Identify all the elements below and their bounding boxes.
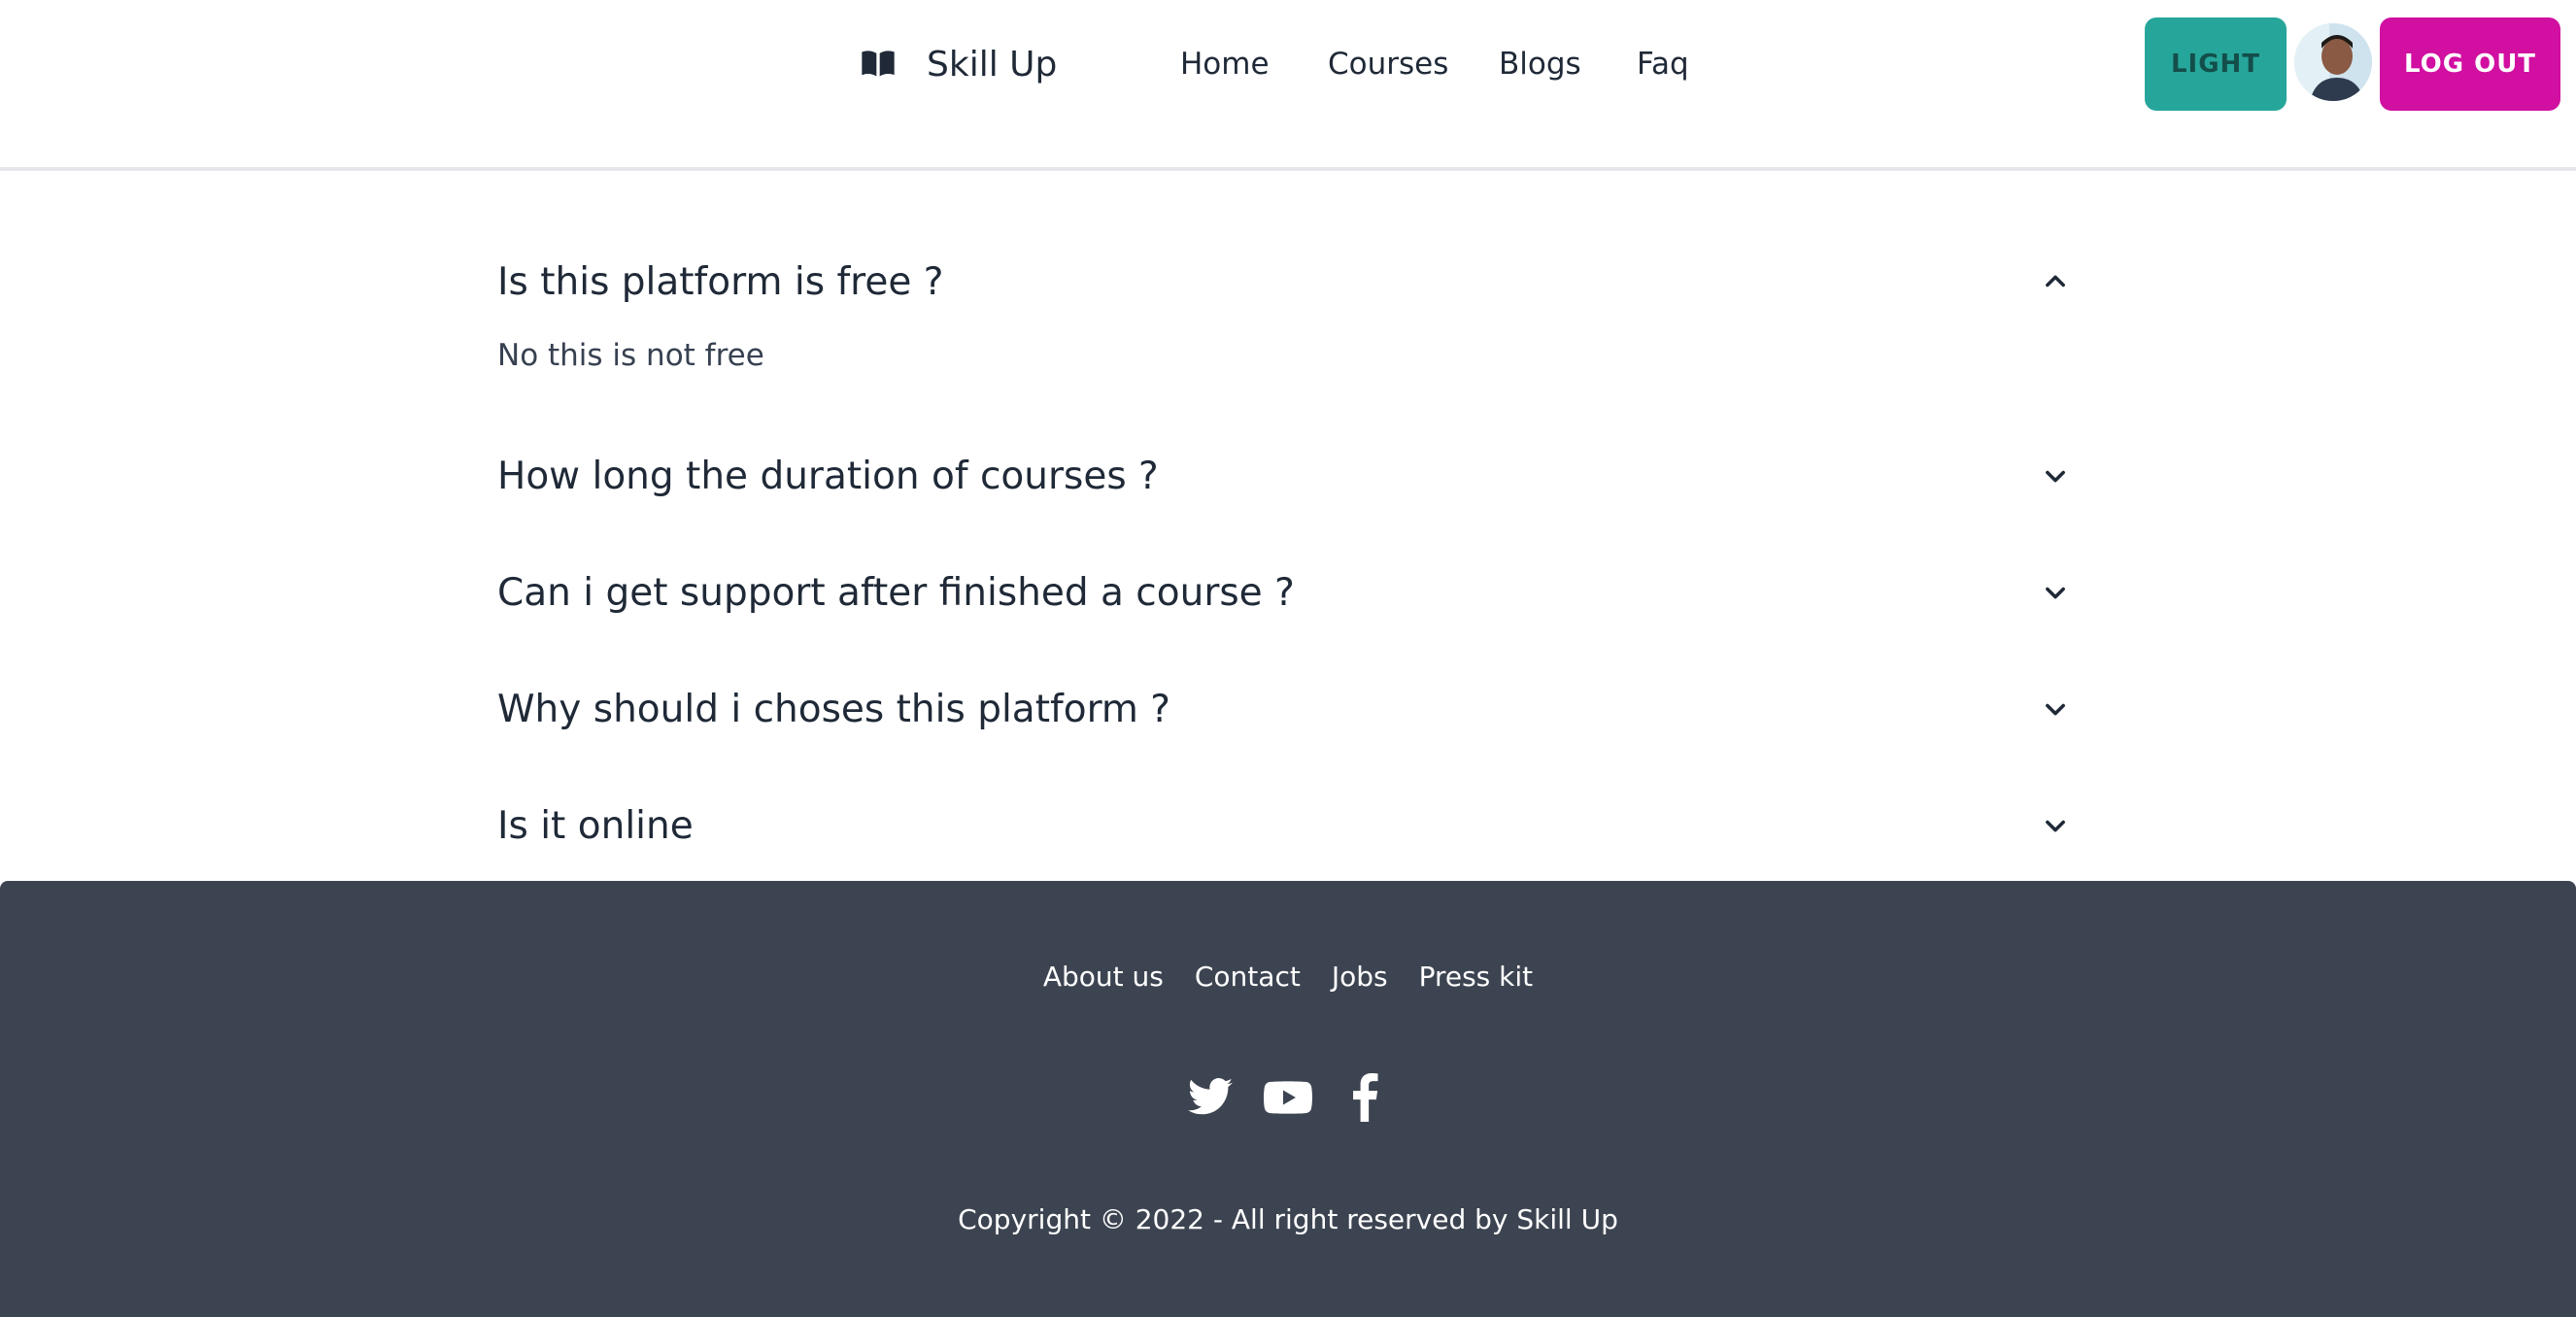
faq-question-text: How long the duration of courses ? [497, 454, 1159, 498]
footer: About us Contact Jobs Press kit Copyrigh… [0, 881, 2576, 1317]
youtube-icon[interactable] [1264, 1073, 1312, 1122]
nav-courses[interactable]: Courses [1328, 47, 1448, 82]
faq-question-text: Is it online [497, 803, 694, 848]
logout-button[interactable]: LOG OUT [2380, 17, 2560, 111]
chevron-down-icon [2042, 695, 2069, 723]
faq-question-text: Is this platform is free ? [497, 259, 944, 304]
facebook-icon[interactable] [1341, 1073, 1390, 1122]
footer-link-jobs[interactable]: Jobs [1332, 961, 1388, 993]
nav-faq[interactable]: Faq [1637, 47, 1689, 82]
nav-blogs[interactable]: Blogs [1499, 47, 1581, 82]
theme-toggle-button[interactable]: LIGHT [2145, 17, 2287, 111]
avatar[interactable] [2294, 23, 2372, 101]
faq-question-text: Why should i choses this platform ? [497, 687, 1171, 731]
faq-accordion: Is this platform is free ? No this is no… [497, 233, 2079, 874]
footer-link-about[interactable]: About us [1043, 961, 1164, 993]
faq-item: Is this platform is free ? No this is no… [497, 233, 2079, 427]
faq-question-toggle[interactable]: Is it online [497, 777, 2079, 874]
brand-link[interactable]: Skill Up [859, 37, 1057, 91]
navbar: Skill Up Home Courses Blogs Faq LIGHT LO… [0, 0, 2576, 171]
faq-item: Why should i choses this platform ? [497, 660, 2079, 758]
chevron-up-icon [2042, 268, 2069, 295]
chevron-down-icon [2042, 579, 2069, 606]
faq-question-text: Can i get support after finished a cours… [497, 570, 1295, 615]
faq-question-toggle[interactable]: Why should i choses this platform ? [497, 660, 2079, 758]
chevron-down-icon [2042, 462, 2069, 490]
faq-item: Can i get support after finished a cours… [497, 544, 2079, 641]
twitter-icon[interactable] [1186, 1073, 1235, 1122]
faq-question-toggle[interactable]: Can i get support after finished a cours… [497, 544, 2079, 641]
copyright-text: Copyright © 2022 - All right reserved by… [958, 1203, 1618, 1235]
social-links [0, 1073, 2576, 1122]
footer-links: About us Contact Jobs Press kit [0, 961, 2576, 993]
main-nav: Home Courses Blogs Faq [1180, 39, 1689, 89]
footer-link-press-kit[interactable]: Press kit [1419, 961, 1534, 993]
faq-question-toggle[interactable]: How long the duration of courses ? [497, 427, 2079, 524]
footer-link-contact[interactable]: Contact [1195, 961, 1301, 993]
nav-home[interactable]: Home [1180, 47, 1270, 82]
faq-answer-text: No this is not free [497, 338, 764, 373]
faq-item: Is it online [497, 777, 2079, 874]
book-icon [859, 45, 898, 84]
faq-item: How long the duration of courses ? [497, 427, 2079, 524]
faq-question-toggle[interactable]: Is this platform is free ? [497, 233, 2079, 330]
chevron-down-icon [2042, 812, 2069, 839]
brand-name: Skill Up [927, 44, 1058, 84]
